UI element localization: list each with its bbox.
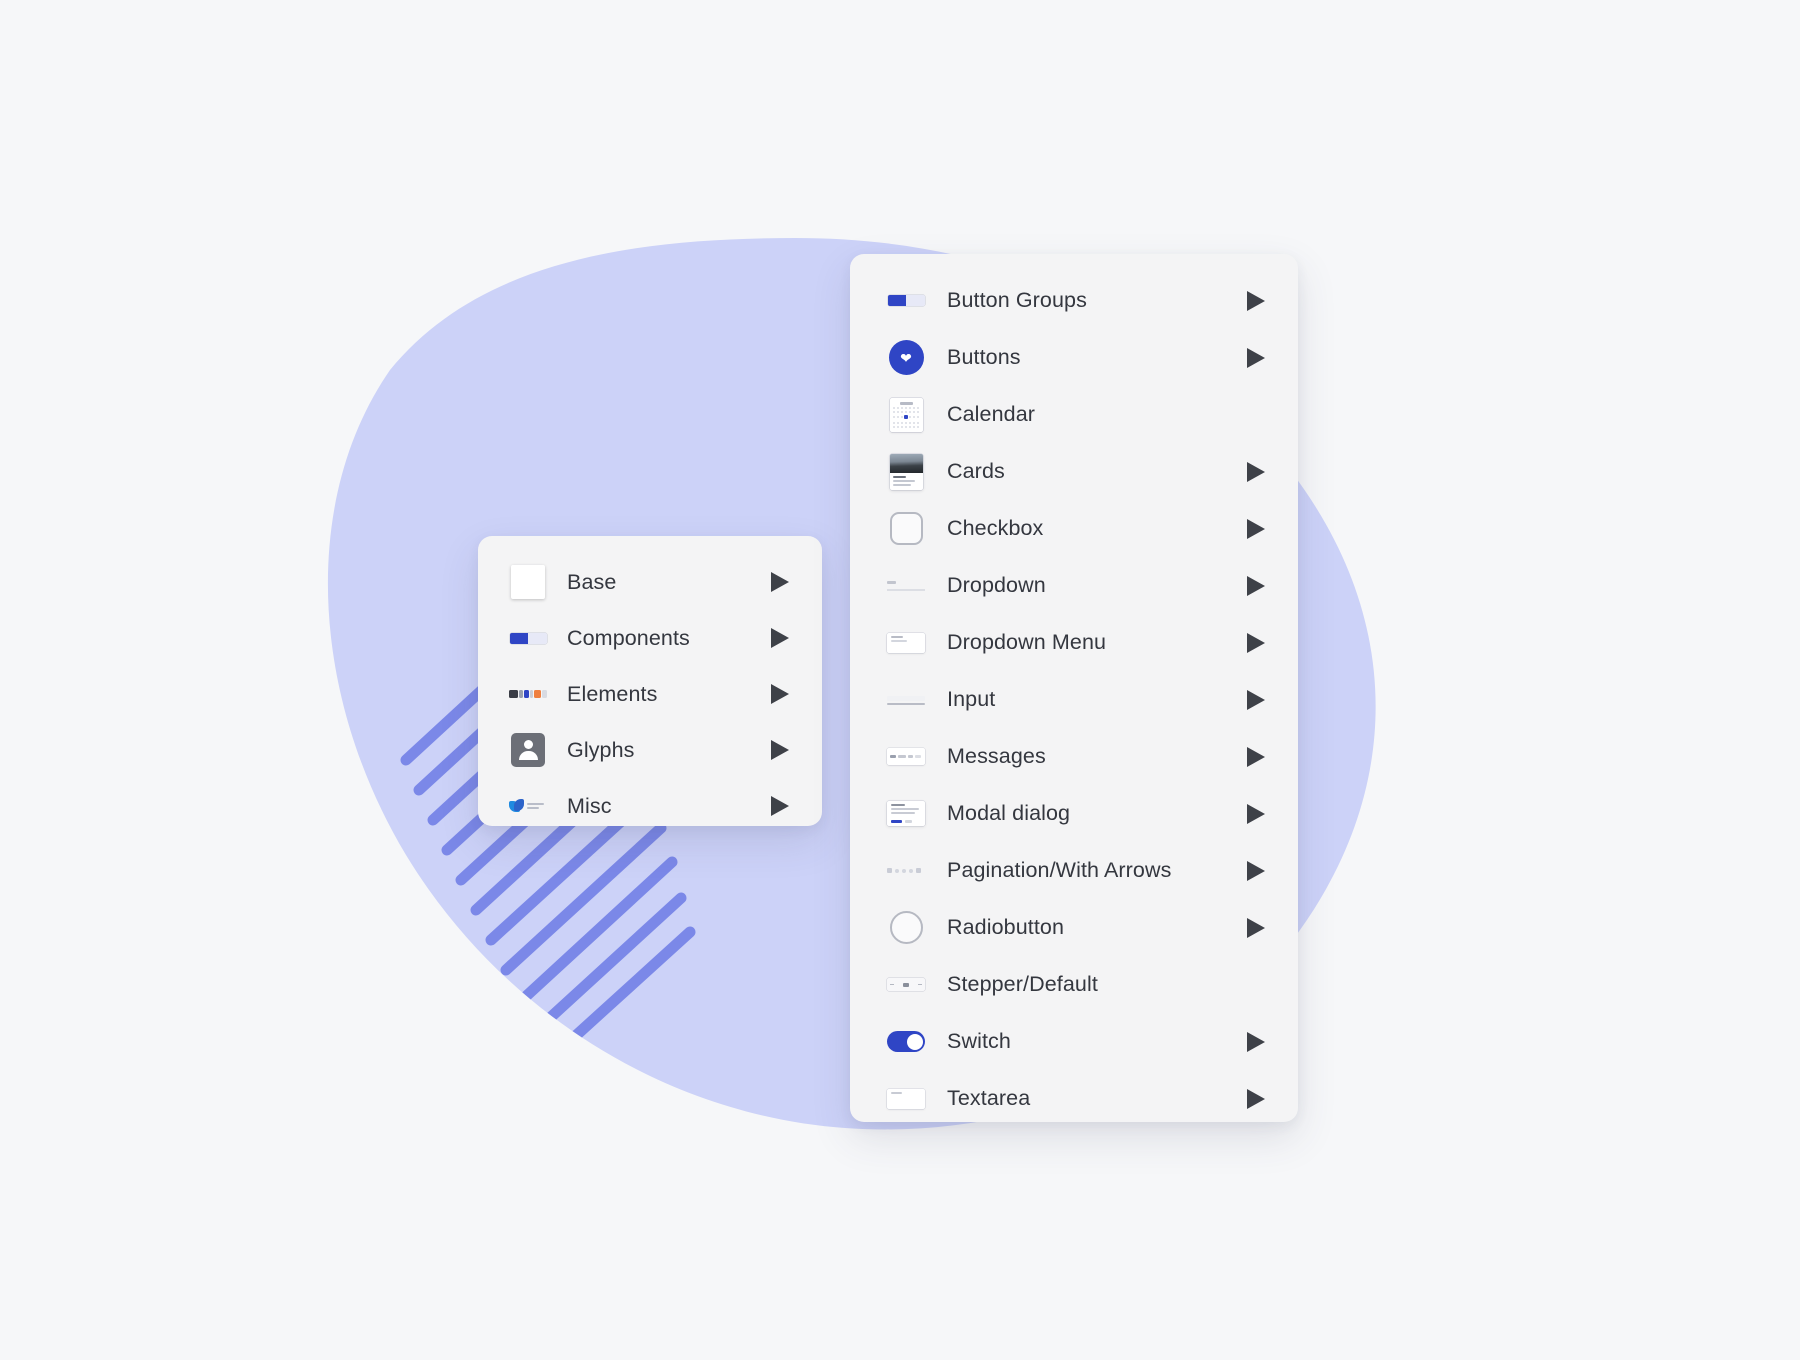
menu-item-glyphs[interactable]: Glyphs	[478, 722, 822, 778]
submenu-arrow-icon[interactable]	[1246, 575, 1280, 597]
button-group-icon	[509, 619, 547, 657]
menu-item-components[interactable]: Components	[478, 610, 822, 666]
submenu-arrow-icon[interactable]	[1246, 518, 1280, 540]
dropdown-icon	[887, 567, 925, 605]
menu-item-input[interactable]: Input	[850, 671, 1298, 728]
menu-item-button-groups[interactable]: Button Groups	[850, 272, 1298, 329]
menu-item-switch[interactable]: Switch	[850, 1013, 1298, 1070]
misc-shape-icon	[509, 787, 547, 825]
menu-item-label: Calendar	[947, 402, 1036, 426]
menu-item-label: Misc	[567, 793, 612, 818]
menu-item-label: Dropdown	[947, 573, 1046, 597]
menu-item-cards[interactable]: Cards	[850, 443, 1298, 500]
dropdown-menu-icon	[887, 624, 925, 662]
menu-item-label: Messages	[947, 744, 1046, 768]
submenu-arrow-icon[interactable]	[1246, 1031, 1280, 1053]
menu-item-label: Switch	[947, 1029, 1011, 1053]
menu-item-label: Dropdown Menu	[947, 630, 1107, 654]
textarea-icon	[887, 1080, 925, 1118]
submenu-arrow-icon[interactable]	[1246, 1088, 1280, 1110]
menu-item-label: Glyphs	[567, 737, 635, 762]
menu-item-label: Elements	[567, 681, 658, 706]
submenu-arrow-icon[interactable]	[770, 683, 804, 705]
menu-item-misc[interactable]: Misc	[478, 778, 822, 834]
input-icon	[887, 681, 925, 719]
menu-item-label: Components	[567, 625, 690, 650]
base-menu-panel: Button Groups ❤ Buttons Calendar Cards C…	[850, 254, 1298, 1122]
submenu-arrow-icon[interactable]	[1246, 347, 1280, 369]
menu-item-label: Button Groups	[947, 288, 1087, 312]
menu-item-checkbox[interactable]: Checkbox	[850, 500, 1298, 557]
modal-dialog-icon	[887, 795, 925, 833]
switch-icon	[887, 1023, 925, 1061]
components-menu-panel: Base Components Elements Glyphs Misc	[478, 536, 822, 826]
menu-item-label: Checkbox	[947, 516, 1044, 540]
white-square-icon	[509, 563, 547, 601]
pagination-icon	[887, 852, 925, 890]
menu-item-label: Modal dialog	[947, 801, 1071, 825]
menu-item-radiobutton[interactable]: Radiobutton	[850, 899, 1298, 956]
menu-item-dropdown-menu[interactable]: Dropdown Menu	[850, 614, 1298, 671]
menu-item-modal-dialog[interactable]: Modal dialog	[850, 785, 1298, 842]
menu-item-label: Input	[947, 687, 996, 711]
menu-item-elements[interactable]: Elements	[478, 666, 822, 722]
submenu-arrow-icon[interactable]	[1246, 689, 1280, 711]
menu-item-calendar[interactable]: Calendar	[850, 386, 1298, 443]
submenu-arrow-icon[interactable]	[770, 739, 804, 761]
menu-item-base[interactable]: Base	[478, 554, 822, 610]
calendar-icon	[887, 396, 925, 434]
menu-item-label: Cards	[947, 459, 1005, 483]
messages-icon	[887, 738, 925, 776]
heart-button-icon: ❤	[887, 339, 925, 377]
menu-item-label: Textarea	[947, 1086, 1031, 1110]
menu-item-messages[interactable]: Messages	[850, 728, 1298, 785]
elements-strip-icon	[509, 675, 547, 713]
submenu-arrow-icon[interactable]	[1246, 461, 1280, 483]
submenu-arrow-icon[interactable]	[1246, 290, 1280, 312]
menu-item-stepper[interactable]: Stepper/Default	[850, 956, 1298, 1013]
submenu-arrow-icon[interactable]	[1246, 746, 1280, 768]
menu-item-textarea[interactable]: Textarea	[850, 1070, 1298, 1127]
submenu-arrow-icon[interactable]	[1246, 860, 1280, 882]
menu-item-label: Radiobutton	[947, 915, 1065, 939]
submenu-arrow-icon[interactable]	[770, 795, 804, 817]
radiobutton-icon	[887, 909, 925, 947]
menu-item-dropdown[interactable]: Dropdown	[850, 557, 1298, 614]
menu-item-buttons[interactable]: ❤ Buttons	[850, 329, 1298, 386]
card-icon	[887, 453, 925, 491]
stepper-icon	[887, 966, 925, 1004]
submenu-arrow-icon[interactable]	[770, 571, 804, 593]
avatar-glyph-icon	[509, 731, 547, 769]
checkbox-icon	[887, 510, 925, 548]
submenu-arrow-icon[interactable]	[1246, 917, 1280, 939]
menu-item-label: Buttons	[947, 345, 1021, 369]
menu-item-label: Base	[567, 569, 617, 594]
menu-item-pagination[interactable]: Pagination/With Arrows	[850, 842, 1298, 899]
menu-item-label: Stepper/Default	[947, 972, 1098, 996]
submenu-arrow-icon[interactable]	[770, 627, 804, 649]
menu-item-label: Pagination/With Arrows	[947, 858, 1172, 882]
submenu-arrow-icon[interactable]	[1246, 803, 1280, 825]
submenu-arrow-icon[interactable]	[1246, 632, 1280, 654]
button-group-icon	[887, 282, 925, 320]
